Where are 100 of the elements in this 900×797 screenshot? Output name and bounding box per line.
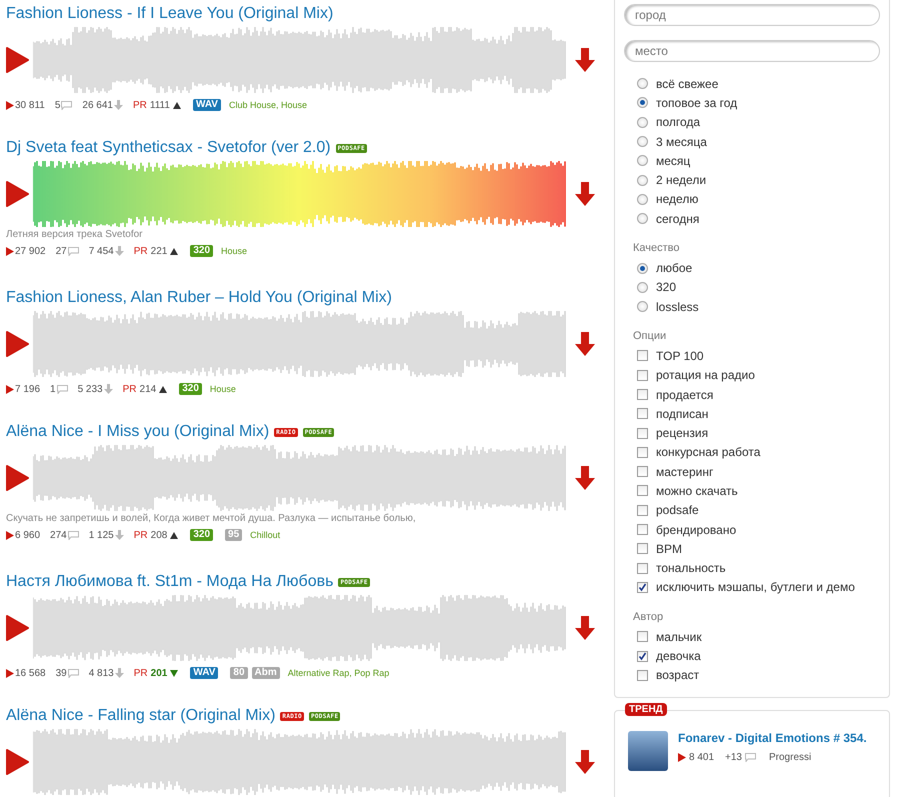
radio-button[interactable] — [637, 136, 648, 148]
play-icon[interactable] — [6, 749, 29, 775]
format-badge: 95 — [225, 529, 242, 541]
format-badge: 320 — [190, 245, 214, 257]
play-icon — [6, 100, 14, 110]
section-heading: Качество — [633, 242, 681, 254]
download-arrow-icon[interactable] — [575, 182, 595, 206]
radio-button[interactable] — [637, 194, 648, 205]
checkbox[interactable] — [637, 389, 648, 400]
checkbox-label[interactable]: возраст — [656, 668, 700, 682]
place-field[interactable]: место — [624, 40, 880, 62]
track-title-link[interactable]: Fashion Lioness, Alan Ruber – Hold You (Original Mix) — [6, 289, 392, 307]
checkbox-label[interactable]: исключить мэшапы, бутлеги и демо — [656, 580, 855, 594]
checkbox-label[interactable]: podsafe — [656, 503, 699, 518]
radio-button[interactable] — [637, 282, 648, 293]
play-icon — [6, 246, 14, 256]
radio-label[interactable]: 320 — [656, 280, 676, 294]
radio-button[interactable] — [637, 301, 648, 312]
checkbox-label[interactable]: тональность — [656, 561, 726, 576]
city-field[interactable]: город — [624, 4, 880, 26]
checkbox-label[interactable]: конкурсная работа — [656, 445, 760, 460]
radio-button[interactable] — [637, 116, 648, 128]
pr-label: PR — [122, 384, 137, 394]
track-title-link[interactable]: Fashion Lioness - If I Leave You (Original Mix) — [6, 5, 334, 23]
checkbox[interactable] — [637, 670, 648, 681]
checkbox[interactable] — [637, 370, 648, 381]
checkbox-label[interactable]: мальчик — [656, 630, 702, 644]
checkbox[interactable] — [637, 504, 648, 516]
checkbox[interactable] — [637, 408, 648, 420]
checkbox[interactable] — [637, 466, 648, 478]
download-arrow-icon[interactable] — [575, 466, 595, 490]
comment-icon — [68, 668, 79, 678]
checkbox-label[interactable]: TOP 100 — [656, 348, 704, 363]
pr-value: 201 — [150, 668, 168, 678]
checkbox[interactable] — [637, 428, 648, 439]
checkbox[interactable] — [637, 543, 648, 554]
track-title-link[interactable]: Alёna Nice - I Miss you (Original Mix) — [6, 423, 270, 441]
checkbox-label[interactable]: рецензия — [656, 426, 708, 440]
comment-count: 1 — [50, 384, 56, 394]
play-icon[interactable] — [6, 331, 29, 357]
radio-label[interactable]: lossless — [656, 300, 699, 314]
radio-button[interactable] — [637, 155, 648, 166]
checkbox[interactable] — [637, 562, 648, 574]
checkbox[interactable] — [637, 446, 648, 458]
download-arrow-icon[interactable] — [575, 616, 595, 640]
trend-up-icon — [170, 532, 178, 538]
radio-button[interactable] — [637, 174, 648, 186]
checkbox-label[interactable]: мастеринг — [656, 464, 714, 479]
checkbox[interactable] — [637, 650, 648, 662]
radio-label[interactable]: полгода — [656, 115, 700, 130]
radio-button[interactable] — [637, 97, 648, 108]
radio-label[interactable]: топовое за год — [656, 96, 738, 110]
comment-icon — [68, 530, 79, 540]
play-icon — [678, 753, 686, 762]
play-icon[interactable] — [6, 47, 29, 73]
play-icon[interactable] — [6, 615, 29, 641]
checkbox-label[interactable]: девочка — [656, 649, 701, 664]
radio-button[interactable] — [637, 78, 648, 90]
checkbox[interactable] — [637, 631, 648, 642]
radio-label[interactable]: сегодня — [656, 212, 700, 226]
checkbox-label[interactable]: ротация на радио — [656, 368, 755, 382]
play-icon[interactable] — [6, 181, 29, 207]
checkbox-label[interactable]: подписан — [656, 406, 708, 421]
pr-label: PR — [134, 246, 148, 256]
radio-label[interactable]: неделю — [656, 192, 698, 206]
checkbox[interactable] — [637, 524, 648, 536]
radio-label[interactable]: 3 месяца — [656, 134, 707, 149]
checkbox-label[interactable]: продается — [656, 388, 714, 402]
genre-text: Progressi — [769, 752, 812, 764]
pr-value: 214 — [140, 384, 156, 394]
pr-value: 1111 — [150, 100, 170, 110]
download-icon — [114, 100, 123, 110]
waveform-drawing[interactable] — [33, 161, 567, 227]
format-badge: WAV — [192, 99, 221, 111]
checkbox-label[interactable]: можно скачать — [656, 484, 738, 498]
play-icon[interactable] — [6, 465, 29, 491]
download-arrow-icon[interactable] — [575, 750, 595, 774]
download-arrow-icon[interactable] — [575, 48, 595, 72]
track-title-link[interactable]: Alёna Nice - Falling star (Original Mix) — [6, 707, 276, 725]
radio-button[interactable] — [637, 262, 648, 274]
checkbox[interactable] — [637, 485, 648, 496]
checkbox[interactable] — [637, 582, 648, 593]
radio-label[interactable]: любое — [656, 261, 692, 276]
track-title-link[interactable]: Dj Sveta feat Syntheticsax - Svetofor (ver 2.0) — [6, 139, 331, 157]
play-count: 30 811 — [15, 100, 45, 110]
track-title-link[interactable]: Настя Любимова ft. St1m - Мода На Любовь — [6, 573, 334, 591]
download-arrow-icon[interactable] — [575, 332, 595, 356]
radio-label[interactable]: месяц — [656, 154, 690, 168]
trend-title-link[interactable]: Fonarev - Digital Emotions # 354. — [678, 731, 867, 746]
format-badge: WAV — [190, 667, 218, 679]
radio-button[interactable] — [637, 213, 648, 224]
checkbox-label[interactable]: BPM — [656, 542, 682, 556]
photo-placeholder[interactable] — [628, 731, 668, 772]
radio-label[interactable]: всё свежее — [656, 76, 718, 91]
section-heading: Опции — [633, 330, 668, 342]
checkbox[interactable] — [637, 350, 648, 362]
checkbox-label[interactable]: брендировано — [656, 522, 736, 537]
comment-count: 5 — [54, 100, 60, 110]
format-badge: 320 — [190, 529, 214, 541]
radio-label[interactable]: 2 недели — [656, 173, 706, 188]
